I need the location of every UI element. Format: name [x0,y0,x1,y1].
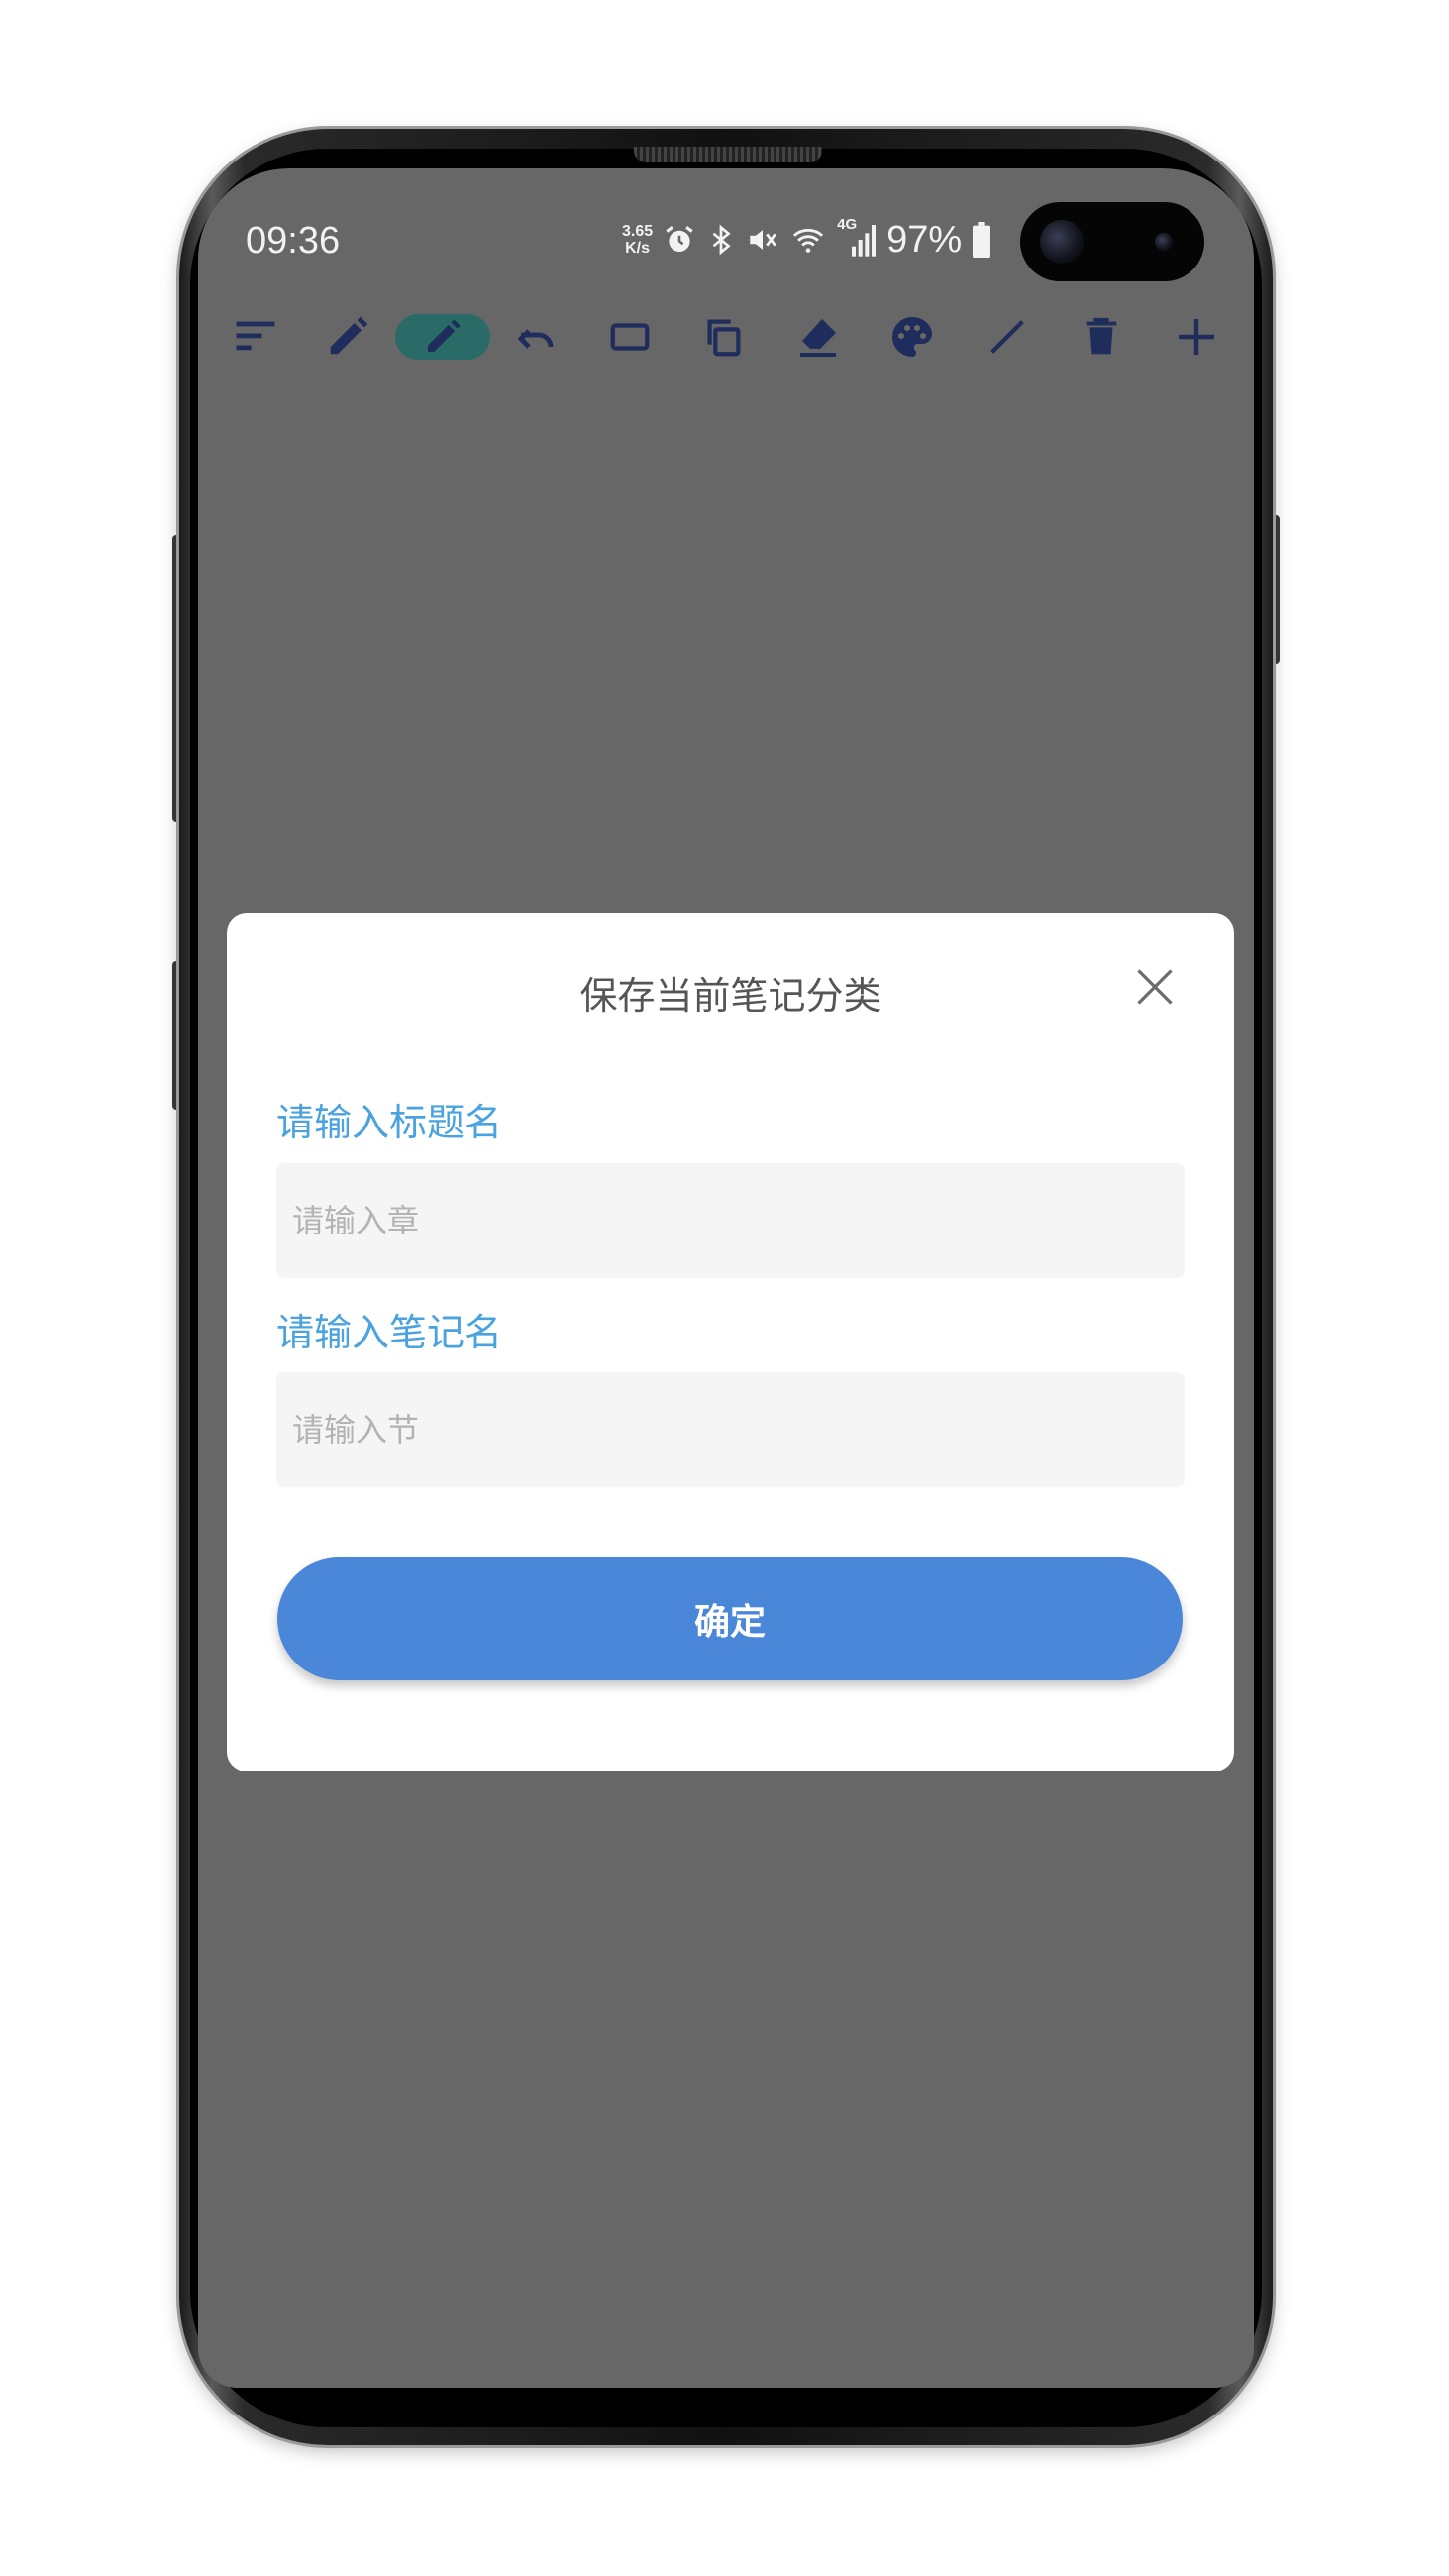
front-camera-cutout [1020,202,1204,281]
plus-icon[interactable] [1167,307,1226,367]
rectangle-icon[interactable] [600,307,660,367]
copy-icon[interactable] [693,307,753,367]
confirm-button[interactable]: 确定 [277,1557,1183,1680]
wifi-icon [793,228,824,253]
phone-screen: 09:36 3.65 K/s 4G 97% 保存当前笔记分类 请输入标题名 请输… [198,168,1254,2388]
palette-icon[interactable] [882,307,942,367]
status-time: 09:36 [246,220,341,262]
alarm-icon [666,226,693,253]
page: 09:36 3.65 K/s 4G 97% 保存当前笔记分类 请输入标题名 请输… [0,0,1449,2576]
save-category-dialog: 保存当前笔记分类 请输入标题名 请输入笔记名 确定 [227,913,1234,1771]
line-icon[interactable] [978,307,1037,367]
undo-icon[interactable] [507,307,567,367]
network-speed-unit: K/s [625,240,651,257]
mute-icon [750,230,777,250]
chapter-input[interactable] [276,1163,1185,1278]
menu-icon[interactable] [226,307,285,367]
close-icon[interactable] [1133,965,1177,1009]
eraser-icon[interactable] [788,307,848,367]
camera-lens-icon [1040,220,1084,264]
bluetooth-icon [712,224,731,256]
battery-percent: 97% [886,218,963,261]
trash-icon[interactable] [1072,307,1131,367]
status-icons: 3.65 K/s 4G 97% [622,216,991,262]
pencil-icon[interactable] [318,307,377,367]
battery-icon [973,222,991,258]
depth-sensor-icon [1155,233,1173,251]
title-field-label: 请输入标题名 [276,1101,503,1144]
section-input[interactable] [276,1372,1185,1487]
drawing-toolbar [198,297,1254,376]
network-speed: 3.65 K/s [622,223,653,257]
network-speed-value: 3.65 [622,223,654,240]
dialog-title: 保存当前笔记分类 [579,974,881,1018]
highlighter-pencil-icon[interactable] [395,314,490,360]
signal-icon: 4G [837,216,877,260]
note-field-label: 请输入笔记名 [276,1311,503,1354]
earpiece-speaker [634,147,822,162]
